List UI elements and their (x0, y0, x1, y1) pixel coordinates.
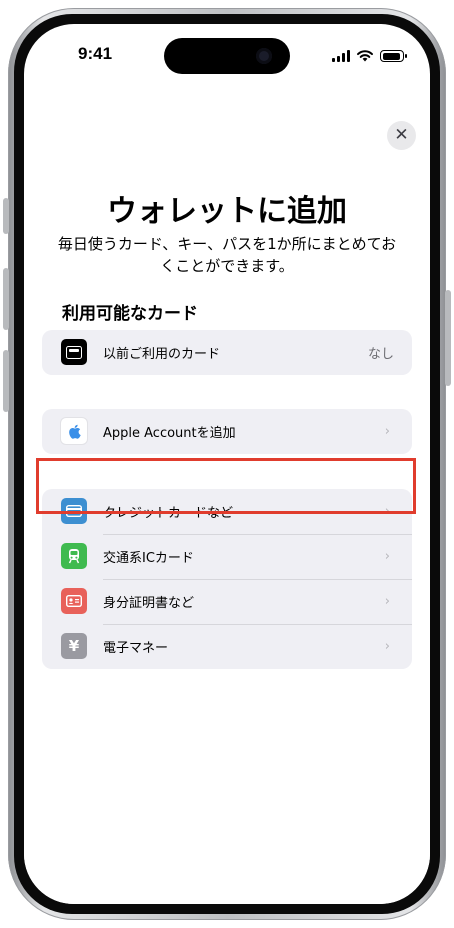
chevron-right-icon: › (384, 594, 390, 609)
status-time: 9:41 (78, 44, 113, 63)
close-button[interactable]: ✕ (387, 121, 416, 150)
status-icons (332, 48, 407, 62)
apple-account-group: Apple Accountを追加 › (42, 409, 412, 454)
apple-account-row[interactable]: Apple Accountを追加 › (42, 409, 412, 454)
volume-up-button (3, 268, 9, 330)
camera-icon (256, 48, 272, 64)
previous-cards-row[interactable]: 以前ご利用のカード なし (42, 330, 412, 375)
card-type-row-transit[interactable]: 交通系ICカード › (42, 534, 412, 579)
apple-account-label: Apple Accountを追加 (103, 426, 236, 441)
volume-down-button (3, 350, 9, 412)
battery-icon (380, 50, 407, 62)
side-button (445, 290, 451, 386)
page-subtitle: 毎日使うカード、キー、パスを1か所にまとめておくことができます。 (57, 235, 397, 275)
previous-cards-label: 以前ご利用のカード (103, 347, 221, 362)
id-card-icon (61, 588, 87, 614)
train-icon (61, 543, 87, 569)
previous-cards-group: 以前ご利用のカード なし (42, 330, 412, 375)
yen-icon: ¥ (61, 633, 87, 659)
page-title: ウォレットに追加 (107, 194, 347, 229)
chevron-right-icon: › (384, 549, 390, 564)
available-cards-heading: 利用可能なカード (62, 304, 198, 324)
card-type-row-id[interactable]: 身分証明書など › (42, 579, 412, 624)
card-type-label: 身分証明書など (103, 596, 195, 611)
card-types-group: クレジットカードなど › 交通系ICカード › 身分証明書など › ¥ 電子マネ… (42, 489, 412, 669)
highlight-frame (36, 458, 416, 514)
card-type-row-emoney[interactable]: ¥ 電子マネー › (42, 624, 412, 669)
dynamic-island (164, 38, 290, 74)
cellular-signal-icon (332, 50, 350, 62)
action-button (3, 198, 9, 234)
card-type-label: 電子マネー (103, 641, 169, 656)
previous-cards-value: なし (367, 347, 394, 362)
chevron-right-icon: › (384, 639, 390, 654)
chevron-right-icon: › (384, 424, 390, 439)
apple-icon (61, 418, 87, 444)
wifi-icon (357, 50, 373, 62)
wallet-icon (61, 339, 87, 365)
card-type-label: 交通系ICカード (103, 551, 194, 566)
